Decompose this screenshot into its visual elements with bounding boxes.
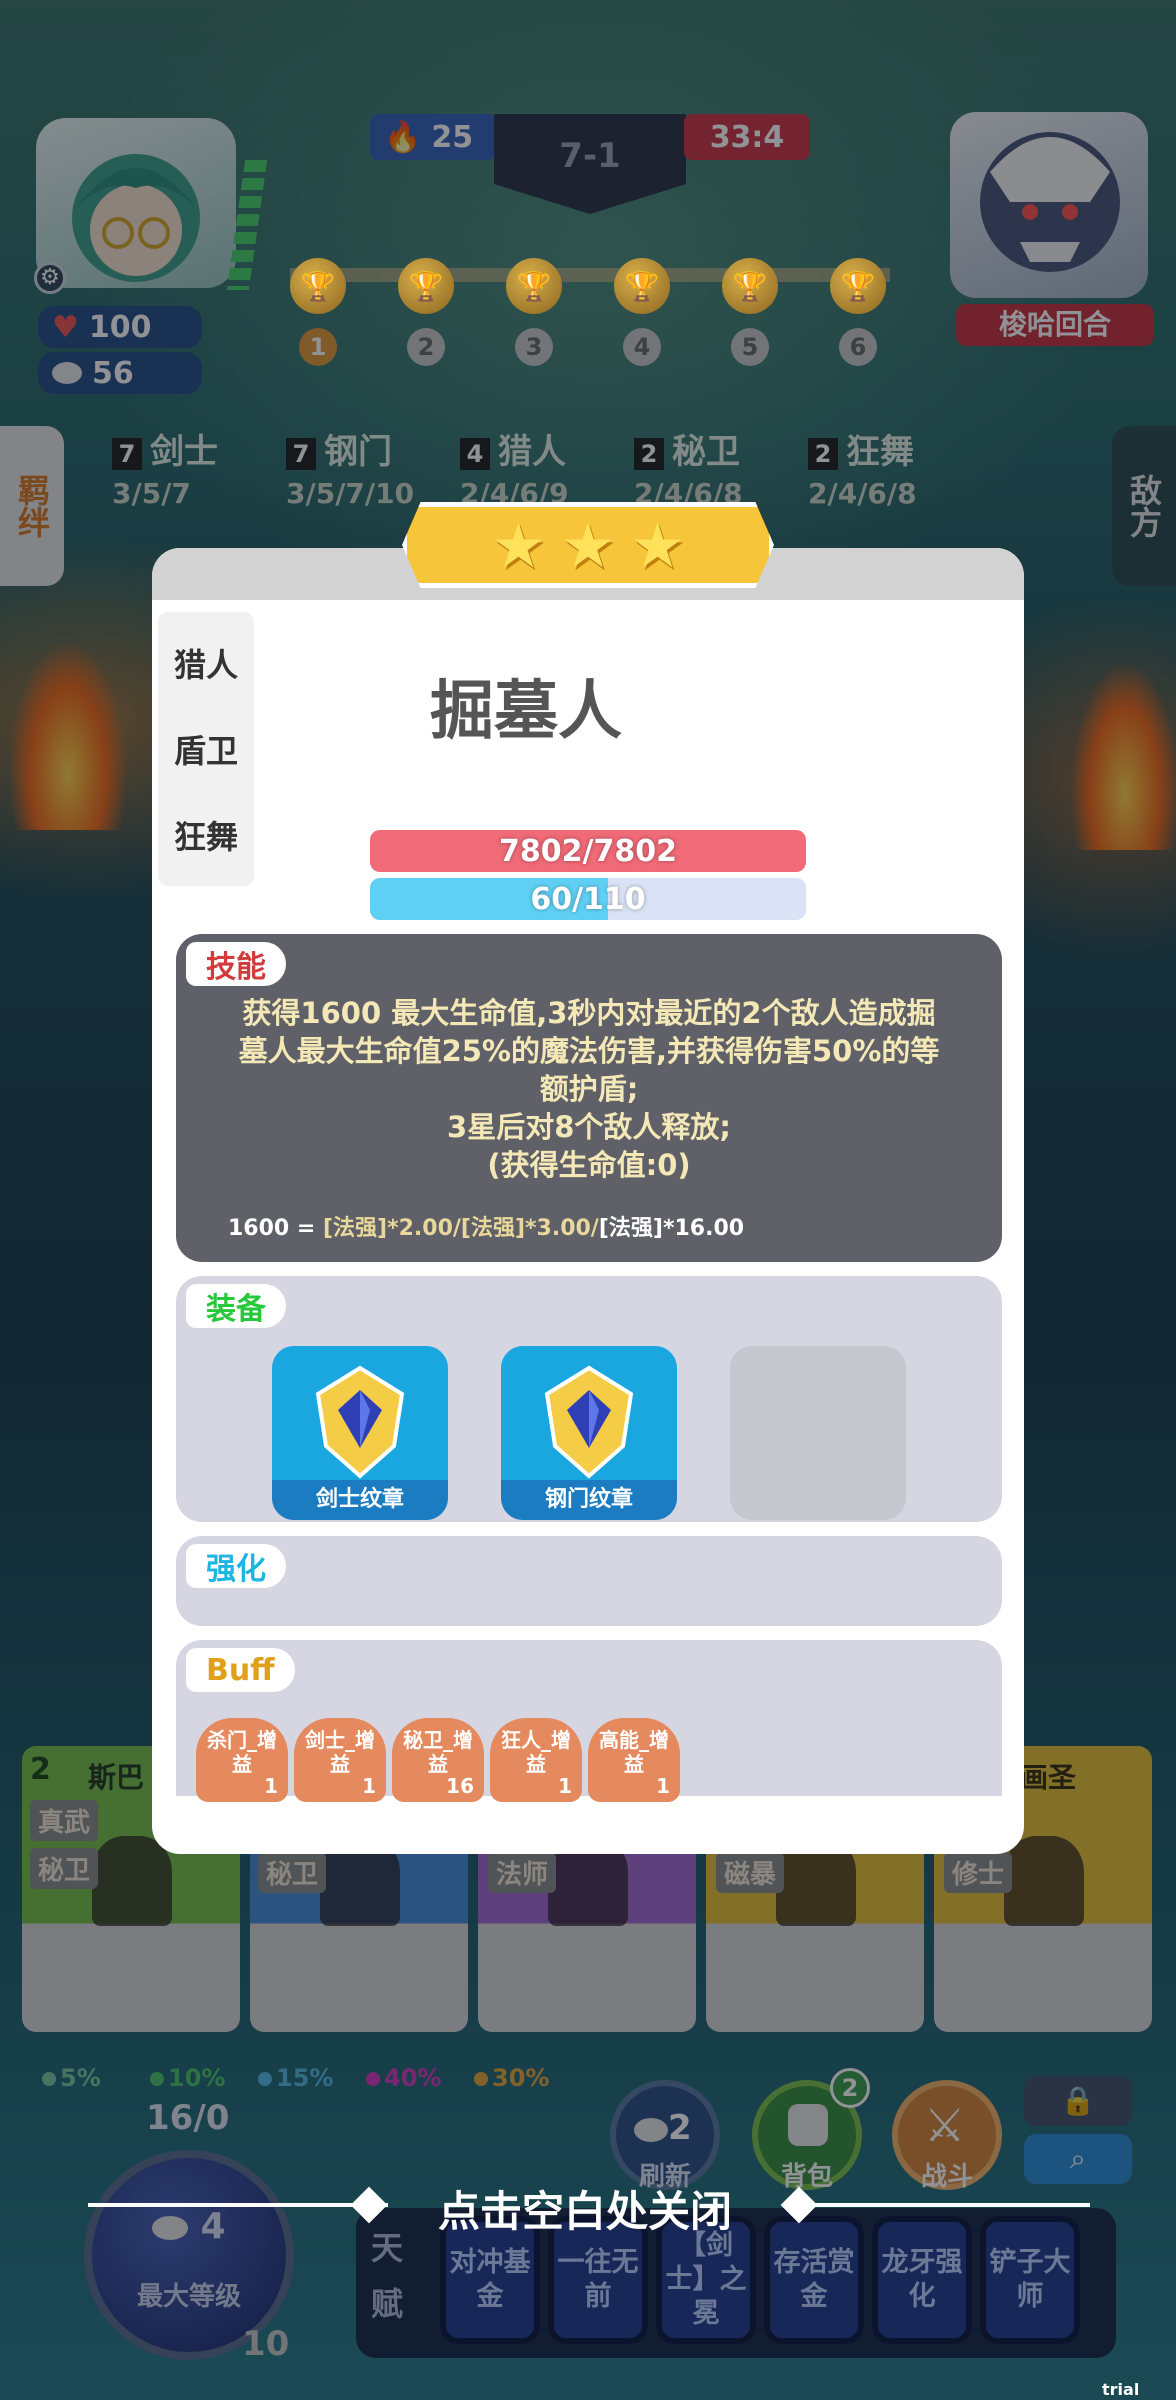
- equipment-slot-empty[interactable]: [730, 1346, 906, 1520]
- strengthen-section: 强化: [176, 1536, 1002, 1626]
- trait-tag-list: 猎人 盾卫 狂舞: [158, 612, 254, 886]
- stage-trophy-icon: 🏆: [506, 258, 562, 314]
- buff-item[interactable]: 秘卫_增益 16: [392, 1718, 484, 1802]
- buff-section: Buff 杀门_增益 1 剑士_增益 1 秘卫_增益 16 狂人_增益 1 高能_增益 1: [176, 1640, 1002, 1802]
- stage-trophy-icon: 🏆: [614, 258, 670, 314]
- strengthen-chip: 强化: [186, 1544, 286, 1588]
- star-icon: ★: [629, 508, 686, 582]
- equipment-label: 剑士纹章: [272, 1480, 448, 1520]
- skill-line: 获得1600 最大生命值,3秒内对最近的2个敌人造成掘: [242, 996, 936, 1030]
- skill-chip: 技能: [186, 942, 286, 986]
- trait-tag[interactable]: 盾卫: [174, 726, 238, 772]
- stage-trophy-icon: 🏆: [830, 258, 886, 314]
- equipment-label: 钢门纹章: [501, 1480, 677, 1520]
- star-icon: ★: [560, 508, 616, 582]
- emblem-icon: [544, 1365, 634, 1479]
- buff-item[interactable]: 狂人_增益 1: [490, 1718, 582, 1802]
- buff-chip: Buff: [186, 1648, 295, 1692]
- skill-line: 额护盾;: [539, 1072, 639, 1106]
- buff-value: 1: [558, 1774, 572, 1798]
- hp-text: 7802/7802: [499, 833, 677, 869]
- stage-trophy-icon: 🏆: [290, 258, 346, 314]
- equipment-slot-2[interactable]: 钢门纹章: [501, 1346, 677, 1520]
- buff-name: 高能_增益: [599, 1728, 669, 1776]
- close-hint-line-left: [88, 2203, 388, 2207]
- stage-trophy-icon: 🏆: [722, 258, 778, 314]
- equipment-slot-1[interactable]: 剑士纹章: [272, 1346, 448, 1520]
- skill-formula: 1600 = [法强]*2.00/[法强]*3.00/[法强]*16.00: [228, 1216, 745, 1241]
- close-hint-line-right: [790, 2203, 1090, 2207]
- buff-name: 狂人_增益: [501, 1728, 571, 1776]
- buff-value: 16: [446, 1774, 474, 1798]
- trait-tag[interactable]: 狂舞: [174, 812, 238, 858]
- buff-name: 秘卫_增益: [403, 1728, 473, 1776]
- skill-line: 墓人最大生命值25%的魔法伤害,并获得伤害50%的等: [238, 1034, 940, 1068]
- equipment-section: 装备 剑士纹章 钢门纹章: [176, 1276, 1002, 1522]
- skill-section: 技能 获得1600 最大生命值,3秒内对最近的2个敌人造成掘 墓人最大生命值25%…: [176, 934, 1002, 1262]
- trait-tag[interactable]: 猎人: [174, 640, 238, 686]
- skill-line: (获得生命值:0): [487, 1148, 691, 1182]
- hp-bar: 7802/7802: [370, 830, 806, 872]
- skill-line: 3星后对8个敌人释放;: [447, 1110, 731, 1144]
- stage-trophy-icon: 🏆: [398, 258, 454, 314]
- buff-name: 剑士_增益: [305, 1728, 375, 1776]
- buff-value: 1: [656, 1774, 670, 1798]
- buff-item[interactable]: 剑士_增益 1: [294, 1718, 386, 1802]
- unit-name: 掘墓人: [430, 675, 622, 749]
- star-icon: ★: [490, 508, 547, 582]
- mana-bar: 60/110: [370, 878, 806, 920]
- close-hint[interactable]: 点击空白处关闭: [438, 2178, 732, 2239]
- buff-name: 杀门_增益: [207, 1728, 277, 1776]
- skill-description: 获得1600 最大生命值,3秒内对最近的2个敌人造成掘 墓人最大生命值25%的魔法…: [216, 994, 962, 1184]
- watermark: trial version: [1102, 2380, 1169, 2400]
- buff-value: 1: [264, 1774, 278, 1798]
- buff-item[interactable]: 杀门_增益 1: [196, 1718, 288, 1802]
- star-banner: ★ ★ ★: [402, 502, 774, 588]
- equipment-chip: 装备: [186, 1284, 286, 1328]
- emblem-icon: [315, 1365, 405, 1479]
- buff-item[interactable]: 高能_增益 1: [588, 1718, 680, 1802]
- mana-text: 60/110: [530, 881, 646, 917]
- buff-value: 1: [362, 1774, 376, 1798]
